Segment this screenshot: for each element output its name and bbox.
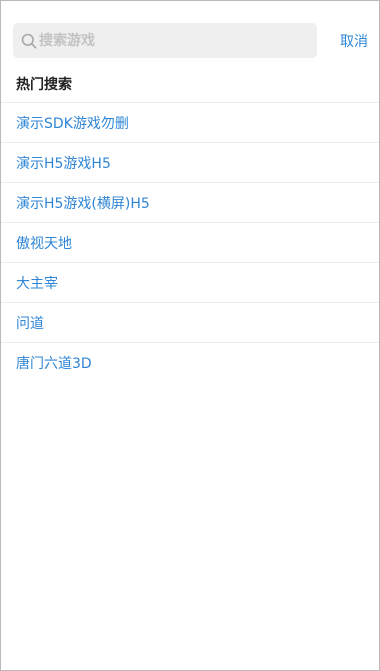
list-item[interactable]: 傲视天地 xyxy=(1,223,379,263)
list-item[interactable]: 大主宰 xyxy=(1,263,379,303)
list-item[interactable]: 唐门六道3D xyxy=(1,343,379,383)
search-box[interactable] xyxy=(13,23,317,58)
cancel-button[interactable]: 取消 xyxy=(340,31,368,51)
search-icon xyxy=(20,32,38,50)
list-item[interactable]: 演示H5游戏H5 xyxy=(1,143,379,183)
app-frame: 取消 热门搜索 演示SDK游戏勿删 演示H5游戏H5 演示H5游戏(横屏)H5 … xyxy=(0,0,380,671)
hot-search-title: 热门搜索 xyxy=(16,77,72,93)
search-bar: 取消 xyxy=(13,23,368,58)
list-item[interactable]: 演示H5游戏(横屏)H5 xyxy=(1,183,379,223)
hot-search-list: 演示SDK游戏勿删 演示H5游戏H5 演示H5游戏(横屏)H5 傲视天地 大主宰… xyxy=(1,102,379,383)
search-input[interactable] xyxy=(38,23,317,58)
list-item[interactable]: 问道 xyxy=(1,303,379,343)
list-item[interactable]: 演示SDK游戏勿删 xyxy=(1,103,379,143)
